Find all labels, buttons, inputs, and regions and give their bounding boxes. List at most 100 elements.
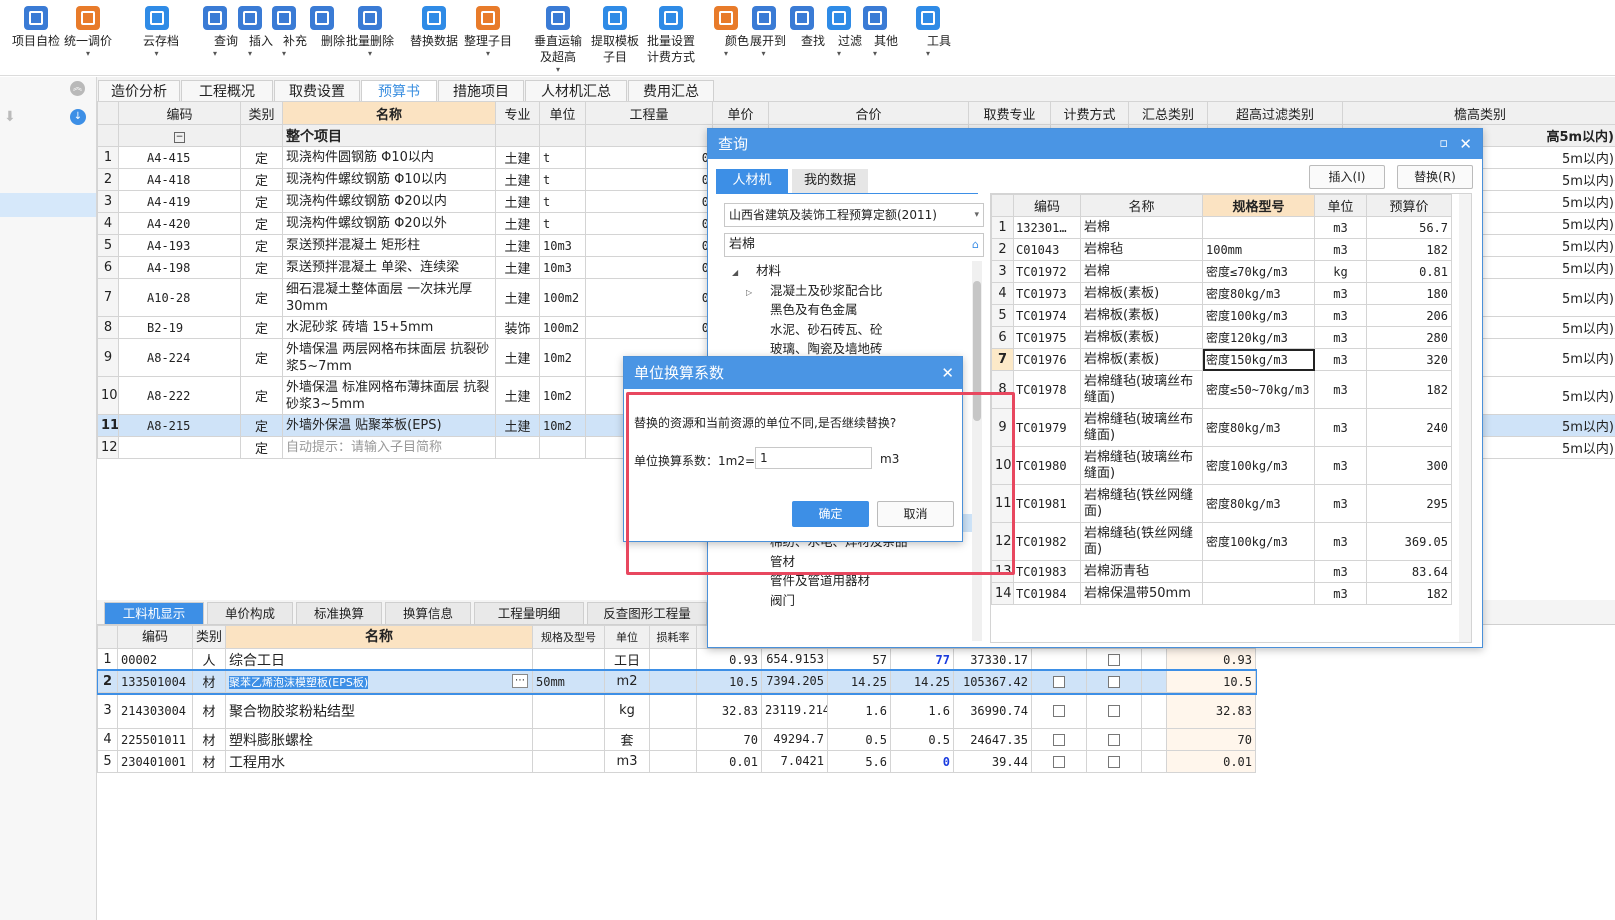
- column-header[interactable]: 编码: [118, 101, 241, 125]
- row-code[interactable]: A10-28: [118, 278, 241, 317]
- row-major[interactable]: 土建: [495, 376, 540, 415]
- toolbar-grid-apps-button[interactable]: 其他 ▾: [858, 6, 898, 59]
- row-code[interactable]: A4-193: [118, 234, 241, 257]
- material-unit[interactable]: m3: [1314, 582, 1367, 605]
- material-code[interactable]: TC01981: [1013, 484, 1081, 523]
- toolbar-price-adjust-button[interactable]: 统一调价 ▾: [58, 6, 118, 59]
- toolbar-organize-list-button[interactable]: 整理子目 ▾: [458, 6, 518, 59]
- material-code[interactable]: TC01975: [1013, 326, 1081, 349]
- row-qty[interactable]: 0: [585, 212, 713, 235]
- toolbar-add-item-button[interactable]: 补充 ▾: [267, 6, 307, 59]
- resource-market-price[interactable]: 1.6: [890, 692, 954, 729]
- close-icon[interactable]: ✕: [1459, 129, 1472, 159]
- toolbar-fee-setting-button[interactable]: 批量设置计费方式: [639, 6, 703, 65]
- toolbar-binoculars-button[interactable]: 查找: [785, 6, 825, 49]
- row-unit[interactable]: 10m2: [539, 376, 586, 415]
- row-unit[interactable]: 100m2: [539, 316, 586, 339]
- column-header[interactable]: 名称: [225, 625, 533, 649]
- resource-spec[interactable]: [532, 692, 605, 729]
- row-qty[interactable]: 0: [585, 168, 713, 191]
- tree-node[interactable]: ▷ 混凝土及砂浆配合比: [746, 281, 883, 300]
- toolbar-batch-delete-button[interactable]: 批量删除 ▾: [340, 6, 400, 59]
- material-price[interactable]: 320: [1366, 348, 1452, 371]
- material-price[interactable]: 182: [1366, 238, 1452, 261]
- tab-0[interactable]: 造价分析: [98, 80, 180, 102]
- material-spec[interactable]: 密度150kg/m3: [1202, 348, 1315, 371]
- query-tab-mydata[interactable]: 我的数据: [792, 169, 868, 193]
- row-unit[interactable]: 10m2: [539, 338, 586, 377]
- row-unit[interactable]: 10m2: [539, 414, 586, 437]
- material-unit[interactable]: m3: [1314, 238, 1367, 261]
- material-name[interactable]: 岩棉板(素板): [1080, 282, 1203, 305]
- row-code[interactable]: A4-415: [118, 146, 241, 169]
- bottom-tab-3[interactable]: 换算信息: [385, 602, 471, 624]
- material-name[interactable]: 岩棉板(素板): [1080, 304, 1203, 327]
- table-row[interactable]: 9 TC01979 岩棉缝毡(玻璃丝布缝面) 密度80kg/m3 m3 240: [991, 408, 1452, 447]
- resource-total-qty[interactable]: 23119.2143: [761, 692, 828, 729]
- row-type[interactable]: 定: [240, 414, 283, 437]
- row-type[interactable]: 定: [240, 190, 283, 213]
- resource-code[interactable]: 230401001: [117, 750, 193, 773]
- row-major[interactable]: 土建: [495, 234, 540, 257]
- maximize-icon[interactable]: ▫: [1439, 129, 1448, 159]
- resource-base-price[interactable]: 14.25: [827, 670, 891, 693]
- resource-code[interactable]: 225501011: [117, 728, 193, 751]
- collapse-up-icon[interactable]: ︽: [70, 81, 85, 96]
- table-row[interactable]: 13 TC01983 岩棉沥青毡 m3 83.64: [991, 560, 1452, 583]
- checkbox[interactable]: [1108, 704, 1120, 717]
- material-code[interactable]: TC01972: [1013, 260, 1081, 283]
- material-grid-scrollbar[interactable]: [1459, 194, 1471, 642]
- checkbox[interactable]: [1108, 755, 1120, 768]
- row-name[interactable]: 泵送预拌混凝土 单梁、连续梁: [282, 256, 496, 279]
- resource-base-price[interactable]: 1.6: [827, 692, 891, 729]
- row-type[interactable]: 定: [240, 234, 283, 257]
- row-code[interactable]: A8-224: [118, 338, 241, 377]
- resource-amount[interactable]: 37330.17: [953, 648, 1032, 671]
- row-qty[interactable]: 0: [585, 234, 713, 257]
- material-code[interactable]: TC01978: [1013, 370, 1081, 409]
- row-major[interactable]: 土建: [495, 414, 540, 437]
- material-price[interactable]: 182: [1366, 582, 1452, 605]
- material-spec[interactable]: 密度100kg/m3: [1202, 522, 1315, 561]
- column-header[interactable]: 规格及型号: [532, 625, 605, 649]
- row-name[interactable]: 现浇构件螺纹钢筋 Φ10以内: [282, 168, 496, 191]
- tab-6[interactable]: 费用汇总: [628, 80, 714, 102]
- column-header[interactable]: 工程量: [585, 101, 713, 125]
- tree-node[interactable]: 黑色及有色金属: [746, 300, 858, 319]
- material-spec[interactable]: [1202, 582, 1315, 605]
- material-unit[interactable]: m3: [1314, 348, 1367, 371]
- bottom-tab-2[interactable]: 标准换算: [296, 602, 382, 624]
- table-row[interactable]: 5 TC01974 岩棉板(素板) 密度100kg/m3 m3 206: [991, 304, 1452, 327]
- resource-code[interactable]: 214303004: [117, 692, 193, 729]
- material-unit[interactable]: m3: [1314, 446, 1367, 485]
- table-row[interactable]: 8 TC01978 岩棉缝毡(玻璃丝布缝面) 密度≤50~70kg/m3 m3 182: [991, 370, 1452, 409]
- table-row[interactable]: 5 230401001 材工程用水 m3 0.01 7.0421 5.6 0 39.44 0.01: [97, 750, 1256, 773]
- row-code[interactable]: A8-222: [118, 376, 241, 415]
- checkbox[interactable]: [1053, 755, 1065, 768]
- row-unit[interactable]: t: [539, 212, 586, 235]
- table-row[interactable]: 1 132301… 岩棉 m3 56.7: [991, 216, 1452, 239]
- row-qty[interactable]: 0: [585, 278, 713, 317]
- row-type[interactable]: 定: [240, 278, 283, 317]
- material-name[interactable]: 岩棉板(素板): [1080, 348, 1203, 371]
- column-header[interactable]: 预算价: [1366, 194, 1452, 217]
- material-name[interactable]: 岩棉板(素板): [1080, 326, 1203, 349]
- tree-node[interactable]: 水泥、砂石砖瓦、砼: [746, 320, 883, 339]
- resource-original-qty[interactable]: 10.5: [1166, 670, 1256, 693]
- resource-unit[interactable]: m3: [604, 750, 650, 773]
- collapse-minus-icon[interactable]: −: [174, 132, 185, 143]
- row-code[interactable]: B2-19: [118, 316, 241, 339]
- row-name[interactable]: 泵送预拌混凝土 矩形柱: [282, 234, 496, 257]
- more-ellipsis-icon[interactable]: ⋯: [512, 674, 528, 688]
- download-circle-icon[interactable]: ↓: [70, 109, 86, 125]
- column-header[interactable]: 单价: [712, 101, 769, 125]
- resource-original-qty[interactable]: 0.93: [1166, 648, 1256, 671]
- row-major[interactable]: 土建: [495, 146, 540, 169]
- toolbar-trash-button[interactable]: 删除: [305, 6, 345, 49]
- material-unit[interactable]: m3: [1314, 484, 1367, 523]
- resource-total-qty[interactable]: 49294.7: [761, 728, 828, 751]
- search-icon[interactable]: ⌂: [972, 234, 979, 256]
- toolbar-template-extract-button[interactable]: 提取模板子目: [583, 6, 647, 65]
- resource-spec[interactable]: [532, 648, 605, 671]
- table-row[interactable]: 7 TC01976 岩棉板(素板) 密度150kg/m3 m3 320: [991, 348, 1452, 371]
